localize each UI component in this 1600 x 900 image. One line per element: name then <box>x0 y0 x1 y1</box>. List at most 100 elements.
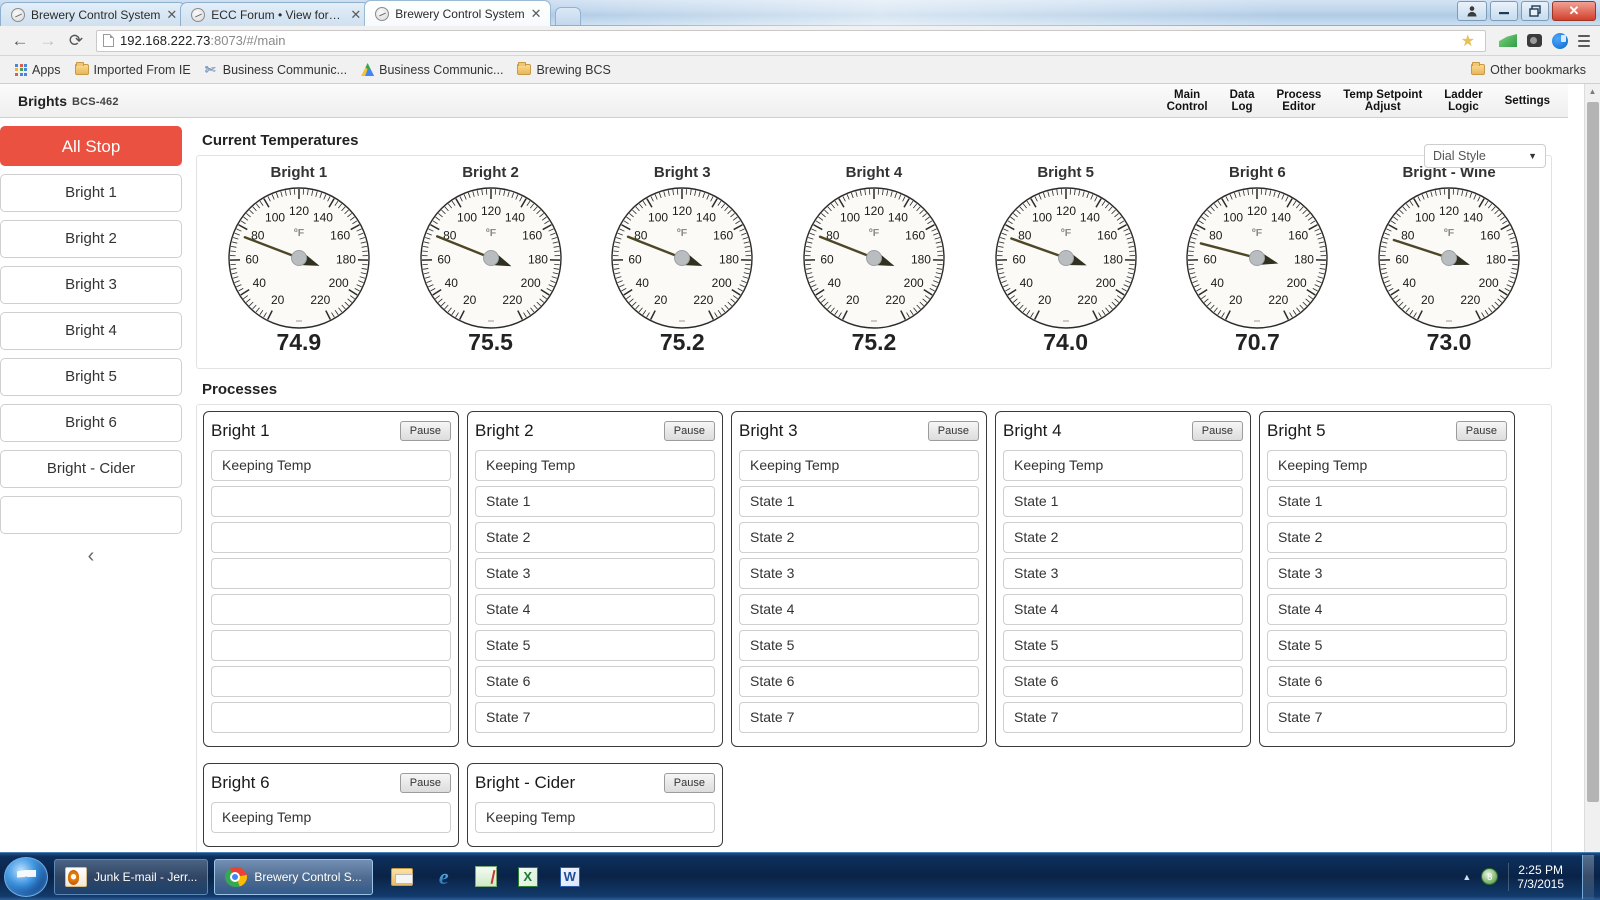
process-state-row[interactable]: Keeping Temp <box>1267 450 1507 481</box>
tab-close-icon[interactable]: ✕ <box>166 8 177 21</box>
taskbar-quicklaunch-notepad[interactable] <box>467 859 505 895</box>
blue-circle-extension-button[interactable] <box>1548 29 1572 53</box>
pause-button[interactable]: Pause <box>399 773 451 793</box>
sidebar-item-bright-4[interactable]: Bright 4 <box>0 312 182 350</box>
process-state-row[interactable]: State 3 <box>1267 558 1507 589</box>
taskbar-quicklaunch-explorer[interactable] <box>383 859 421 895</box>
taskbar-quicklaunch-excel[interactable]: X <box>509 859 547 895</box>
process-state-row[interactable] <box>211 558 451 589</box>
process-state-row[interactable]: State 4 <box>1267 594 1507 625</box>
process-state-row[interactable] <box>211 594 451 625</box>
process-state-row[interactable]: State 7 <box>475 702 715 733</box>
process-state-row[interactable]: State 1 <box>739 486 979 517</box>
process-state-row[interactable]: State 6 <box>1267 666 1507 697</box>
process-state-row[interactable]: State 3 <box>475 558 715 589</box>
bookmark-item-3[interactable]: ✄ Business Communic... <box>198 60 354 80</box>
taskbar-quicklaunch-internet-explorer[interactable]: e <box>425 859 463 895</box>
bookmark-star-icon[interactable]: ★ <box>1457 31 1479 51</box>
process-state-row[interactable] <box>211 522 451 553</box>
minimize-button[interactable] <box>1490 1 1518 21</box>
user-profile-button[interactable] <box>1457 1 1487 21</box>
address-bar[interactable]: 192.168.222.73:8073/#/main ★ <box>96 29 1486 52</box>
pause-button[interactable]: Pause <box>663 773 715 793</box>
sidebar-item-bright-1[interactable]: Bright 1 <box>0 174 182 212</box>
pause-button[interactable]: Pause <box>1455 421 1507 441</box>
dial-style-select[interactable]: Dial Style ▼ <box>1424 144 1546 168</box>
process-state-row[interactable]: State 1 <box>1267 486 1507 517</box>
new-tab-button[interactable] <box>554 7 581 25</box>
page-scrollbar[interactable]: ▲ <box>1584 84 1600 852</box>
process-state-row[interactable]: State 4 <box>1003 594 1243 625</box>
topnav-item-ladder-logic[interactable]: Ladder Logic <box>1433 89 1493 114</box>
bookmark-item-2[interactable]: Imported From IE <box>68 60 198 80</box>
process-state-row[interactable]: State 2 <box>475 522 715 553</box>
process-state-row[interactable]: State 1 <box>1003 486 1243 517</box>
browser-tab-3[interactable]: Brewery Control System ✕ <box>364 0 551 26</box>
close-window-button[interactable]: ✕ <box>1552 1 1596 21</box>
process-state-row[interactable]: Keeping Temp <box>475 802 715 833</box>
process-state-row[interactable] <box>211 486 451 517</box>
sidebar-item-bright-5[interactable]: Bright 5 <box>0 358 182 396</box>
browser-tab-1[interactable]: Brewery Control System ✕ <box>0 2 187 26</box>
chrome-menu-button[interactable] <box>1574 34 1594 47</box>
show-desktop-button[interactable] <box>1582 854 1594 899</box>
taskbar-clock[interactable]: 2:25 PM 7/3/2015 <box>1508 862 1572 891</box>
tab-close-icon[interactable]: ✕ <box>531 7 542 20</box>
pause-button[interactable]: Pause <box>399 421 451 441</box>
sidebar-item-bright-6[interactable]: Bright 6 <box>0 404 182 442</box>
sidebar-item-bright-3[interactable]: Bright 3 <box>0 266 182 304</box>
process-state-row[interactable]: State 1 <box>475 486 715 517</box>
reload-button[interactable]: ⟳ <box>62 28 90 54</box>
other-bookmarks-group[interactable]: Other bookmarks <box>1471 62 1592 77</box>
bookmark-item-1[interactable]: Apps <box>8 60 68 80</box>
all-stop-button[interactable]: All Stop <box>0 126 182 166</box>
process-state-row[interactable]: State 4 <box>739 594 979 625</box>
sidebar-item-empty[interactable] <box>0 496 182 534</box>
sidebar-item-bright-2[interactable]: Bright 2 <box>0 220 182 258</box>
topnav-item-tempsetpoint-adjust[interactable]: Temp Setpoint Adjust <box>1332 89 1433 114</box>
process-state-row[interactable]: Keeping Temp <box>211 450 451 481</box>
show-hidden-icons-button[interactable]: ▲ <box>1462 872 1471 882</box>
tray-status-icon[interactable]: 8 <box>1481 868 1499 885</box>
taskbar-quicklaunch-word[interactable]: W <box>551 859 589 895</box>
process-state-row[interactable]: State 7 <box>739 702 979 733</box>
restore-button[interactable] <box>1521 1 1549 21</box>
process-state-row[interactable]: State 4 <box>475 594 715 625</box>
taskbar-item-2[interactable]: Brewery Control S... <box>214 858 373 895</box>
process-state-row[interactable] <box>211 666 451 697</box>
pause-button[interactable]: Pause <box>1191 421 1243 441</box>
process-state-row[interactable]: Keeping Temp <box>475 450 715 481</box>
process-state-row[interactable]: State 2 <box>1267 522 1507 553</box>
bookmark-item-5[interactable]: Brewing BCS <box>510 60 617 80</box>
forward-button[interactable]: → <box>34 28 62 54</box>
back-button[interactable]: ← <box>6 28 34 54</box>
topnav-item-data-log[interactable]: Data Log <box>1219 89 1266 114</box>
process-state-row[interactable]: State 6 <box>739 666 979 697</box>
sidebar-collapse-button[interactable]: ‹ <box>0 542 182 566</box>
pause-button[interactable]: Pause <box>927 421 979 441</box>
process-state-row[interactable]: State 2 <box>1003 522 1243 553</box>
pause-button[interactable]: Pause <box>663 421 715 441</box>
start-button[interactable] <box>4 856 48 897</box>
browser-tab-2[interactable]: ECC Forum • View forum - ✕ <box>180 2 371 26</box>
process-state-row[interactable]: State 5 <box>739 630 979 661</box>
process-state-row[interactable] <box>211 630 451 661</box>
topnav-item-main-control[interactable]: Main Control <box>1156 89 1219 114</box>
process-state-row[interactable]: Keeping Temp <box>211 802 451 833</box>
sidebar-item-bright-cider[interactable]: Bright - Cider <box>0 450 182 488</box>
topnav-item-settings[interactable]: Settings <box>1494 84 1568 118</box>
taskbar-item-1[interactable]: Junk E-mail - Jerr... <box>54 858 209 895</box>
chart-extension-button[interactable] <box>1496 29 1520 53</box>
scrollbar-thumb[interactable] <box>1587 102 1599 802</box>
tab-close-icon[interactable]: ✕ <box>350 8 361 21</box>
process-state-row[interactable]: State 5 <box>1003 630 1243 661</box>
process-state-row[interactable] <box>211 702 451 733</box>
process-state-row[interactable]: State 7 <box>1267 702 1507 733</box>
topnav-item-process-editor[interactable]: Process Editor <box>1266 89 1333 114</box>
process-state-row[interactable]: State 2 <box>739 522 979 553</box>
process-state-row[interactable]: Keeping Temp <box>1003 450 1243 481</box>
process-state-row[interactable]: State 6 <box>1003 666 1243 697</box>
process-state-row[interactable]: State 6 <box>475 666 715 697</box>
camera-extension-button[interactable] <box>1522 29 1546 53</box>
process-state-row[interactable]: State 7 <box>1003 702 1243 733</box>
